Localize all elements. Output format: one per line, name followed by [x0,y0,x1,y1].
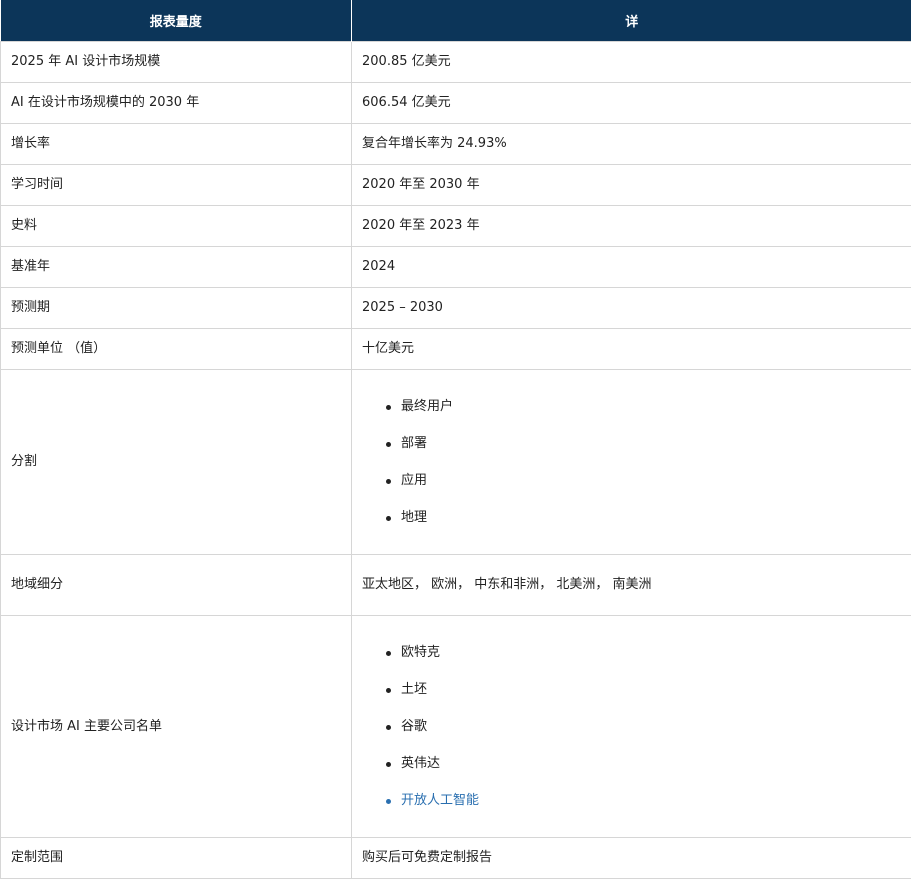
list-item: 英伟达 [386,755,901,773]
table-row: 基准年 2024 [0,246,911,288]
list-item: 应用 [386,472,901,490]
table-row-companies: 设计市场 AI 主要公司名单 欧特克 土坯 谷歌 英伟达 开放人工智能 [0,615,911,838]
row-label: 学习时间 [0,164,352,206]
customization-label: 定制范围 [0,837,352,879]
table-row: AI 在设计市场规模中的 2030 年 606.54 亿美元 [0,82,911,124]
header-report-metric: 报表量度 [0,0,352,42]
companies-label: 设计市场 AI 主要公司名单 [0,615,352,838]
row-label: 史料 [0,205,352,247]
row-label: 基准年 [0,246,352,288]
regional-value: 亚太地区， 欧洲， 中东和非洲， 北美洲， 南美洲 [351,554,911,616]
segmentation-value: 最终用户 部署 应用 地理 [351,369,911,555]
row-value: 复合年增长率为 24.93% [351,123,911,165]
row-value: 200.85 亿美元 [351,41,911,83]
companies-list: 欧特克 土坯 谷歌 英伟达 开放人工智能 [362,644,901,810]
row-label: 增长率 [0,123,352,165]
table-header-row: 报表量度 详 [0,0,911,42]
list-item-link: 开放人工智能 [386,792,901,810]
row-value: 2024 [351,246,911,288]
header-details: 详 [351,0,911,42]
table-row: 史料 2020 年至 2023 年 [0,205,911,247]
customization-value: 购买后可免费定制报告 [351,837,911,879]
row-value: 十亿美元 [351,328,911,370]
table-row-segmentation: 分割 最终用户 部署 应用 地理 [0,369,911,555]
table-row: 预测单位 （值） 十亿美元 [0,328,911,370]
list-item: 谷歌 [386,718,901,736]
table-row-customization: 定制范围 购买后可免费定制报告 [0,837,911,879]
table-row: 预测期 2025 – 2030 [0,287,911,329]
report-metrics-table: 报表量度 详 2025 年 AI 设计市场规模 200.85 亿美元 AI 在设… [0,0,911,879]
segmentation-label: 分割 [0,369,352,555]
list-item: 部署 [386,435,901,453]
row-label: 2025 年 AI 设计市场规模 [0,41,352,83]
segmentation-list: 最终用户 部署 应用 地理 [362,398,901,527]
companies-value: 欧特克 土坯 谷歌 英伟达 开放人工智能 [351,615,911,838]
table-row: 增长率 复合年增长率为 24.93% [0,123,911,165]
regional-label: 地域细分 [0,554,352,616]
row-value: 2025 – 2030 [351,287,911,329]
row-value: 606.54 亿美元 [351,82,911,124]
row-value: 2020 年至 2023 年 [351,205,911,247]
list-item: 土坯 [386,681,901,699]
row-label: AI 在设计市场规模中的 2030 年 [0,82,352,124]
table-row: 2025 年 AI 设计市场规模 200.85 亿美元 [0,41,911,83]
table-row: 学习时间 2020 年至 2030 年 [0,164,911,206]
row-label: 预测期 [0,287,352,329]
list-item: 欧特克 [386,644,901,662]
list-item: 地理 [386,509,901,527]
row-value: 2020 年至 2030 年 [351,164,911,206]
row-label: 预测单位 （值） [0,328,352,370]
list-item: 最终用户 [386,398,901,416]
company-openai-link[interactable]: 开放人工智能 [401,793,479,808]
table-row-regional: 地域细分 亚太地区， 欧洲， 中东和非洲， 北美洲， 南美洲 [0,554,911,616]
